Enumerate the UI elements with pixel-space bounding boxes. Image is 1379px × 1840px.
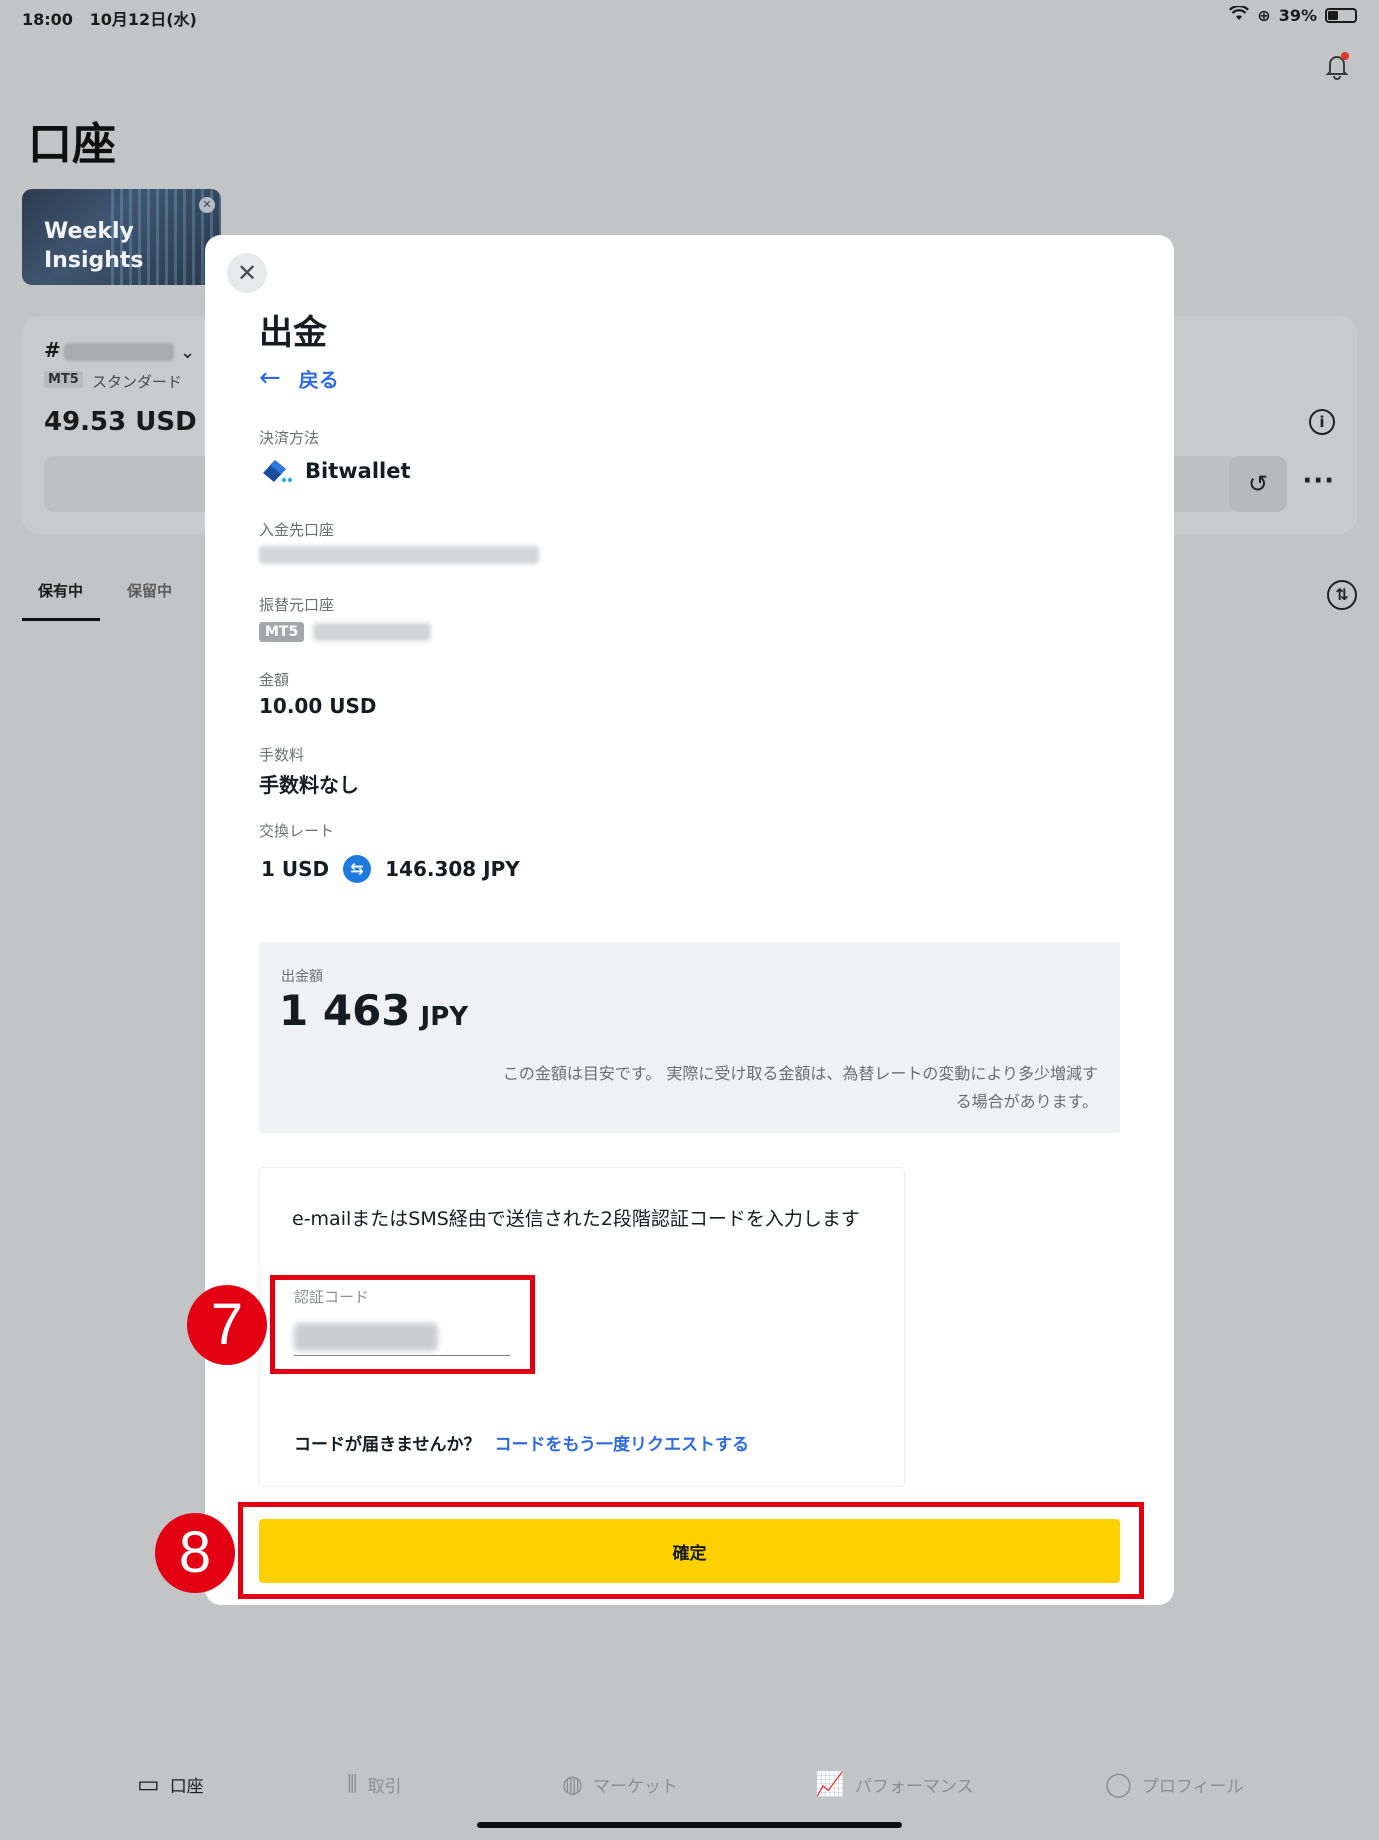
resend-code-link[interactable]: コードをもう一度リクエストする bbox=[495, 1430, 750, 1455]
active-tab-indicator bbox=[22, 618, 100, 621]
history-icon[interactable]: ↺ bbox=[1229, 456, 1287, 512]
payment-method: Bitwallet bbox=[259, 457, 411, 485]
source-account-label: 振替元口座 bbox=[259, 596, 335, 614]
page-title: 口座 bbox=[28, 119, 116, 170]
card-icon: ▭ bbox=[137, 1770, 160, 1798]
withdraw-currency: JPY bbox=[420, 1002, 469, 1032]
performance-icon: 📈 bbox=[815, 1770, 845, 1798]
modal-title: 出金 bbox=[259, 313, 327, 353]
fee-value: 手数料なし bbox=[259, 773, 359, 797]
nav-label: 口座 bbox=[169, 1776, 204, 1797]
account-number-redacted bbox=[63, 342, 174, 361]
person-icon: ◯ bbox=[1105, 1770, 1132, 1798]
payment-method-name: Bitwallet bbox=[305, 459, 411, 483]
globe-icon: ◍ bbox=[562, 1770, 583, 1798]
back-link[interactable]: ← 戻る bbox=[259, 363, 339, 393]
info-icon[interactable]: i bbox=[1309, 409, 1335, 435]
swap-icon: ⇆ bbox=[343, 855, 372, 883]
bottom-nav: ▭ 口座 ⦀ 取引 ◍ マーケット 📈 パフォーマンス ◯ プロフィール bbox=[0, 1760, 1379, 1810]
nav-item-trade[interactable]: ⦀ 取引 bbox=[347, 1770, 402, 1798]
annotation-step-7: 7 bbox=[187, 1285, 267, 1365]
withdraw-amount-value: 1 463 bbox=[279, 986, 411, 1035]
platform-badge: MT5 bbox=[259, 622, 305, 642]
chart-bars-icon: ⦀ bbox=[347, 1770, 358, 1798]
account-balance: 49.53 USD bbox=[44, 407, 197, 437]
annotation-step-8: 8 bbox=[155, 1513, 235, 1593]
arrow-left-icon: ← bbox=[259, 363, 281, 393]
nav-label: マーケット bbox=[592, 1776, 678, 1797]
back-label: 戻る bbox=[298, 367, 339, 392]
status-time: 18:00 bbox=[22, 10, 73, 29]
weekly-insights-card[interactable]: Weekly Insights ✕ bbox=[22, 189, 221, 285]
tab-open-positions[interactable]: 保有中 bbox=[38, 580, 83, 601]
status-bar: 18:00 10月12日(水) ⊕ 39% bbox=[0, 0, 1379, 34]
nav-item-profile[interactable]: ◯ プロフィール bbox=[1105, 1770, 1244, 1798]
account-number-prefix: # bbox=[44, 338, 61, 362]
code-instruction: e-mailまたはSMS経由で送信された2段階認証コードを入力します bbox=[292, 1208, 860, 1230]
battery-percent: 39% bbox=[1278, 6, 1317, 25]
nav-label: パフォーマンス bbox=[854, 1776, 974, 1797]
nav-item-account[interactable]: ▭ 口座 bbox=[137, 1770, 204, 1798]
destination-account-label: 入金先口座 bbox=[259, 521, 335, 539]
account-type: スタンダード bbox=[92, 373, 183, 391]
status-date: 10月12日(水) bbox=[89, 10, 197, 29]
rate-to: 146.308 JPY bbox=[385, 857, 520, 881]
payment-method-label: 決済方法 bbox=[259, 429, 320, 447]
more-icon[interactable]: ··· bbox=[1302, 466, 1335, 496]
home-indicator bbox=[477, 1822, 902, 1828]
fee-label: 手数料 bbox=[259, 746, 305, 764]
exchange-rate: 1 USD ⇆ 146.308 JPY bbox=[261, 855, 520, 883]
withdraw-amount-note: この金額は目安です。 実際に受け取る金額は、為替レートの変動により多少増減する場… bbox=[502, 1064, 1098, 1111]
notification-bell-icon[interactable] bbox=[1321, 50, 1353, 82]
annotation-highlight-confirm bbox=[238, 1502, 1144, 1599]
annotation-highlight-code bbox=[270, 1275, 535, 1374]
chevron-down-icon[interactable]: ⌄ bbox=[180, 342, 195, 363]
source-account-redacted bbox=[313, 623, 431, 641]
resend-question: コードが届きませんか？ bbox=[294, 1435, 481, 1455]
destination-account-redacted bbox=[259, 546, 539, 564]
bitwallet-logo-icon bbox=[259, 457, 293, 485]
withdraw-amount-box: 出金額 1 463 JPY この金額は目安です。 実際に受け取る金額は、為替レート… bbox=[259, 942, 1120, 1133]
nav-label: プロフィール bbox=[1141, 1776, 1244, 1797]
wifi-icon bbox=[1229, 4, 1250, 25]
amount-label: 金額 bbox=[259, 671, 290, 689]
tab-pending-orders[interactable]: 保留中 bbox=[127, 580, 172, 601]
nav-item-performance[interactable]: 📈 パフォーマンス bbox=[815, 1770, 974, 1798]
sort-icon[interactable]: ⇅ bbox=[1327, 580, 1357, 610]
rate-from: 1 USD bbox=[261, 857, 330, 881]
withdrawal-modal: ✕ 出金 ← 戻る 決済方法 Bitwallet 入金先口座 振替元口座 MT5… bbox=[205, 235, 1174, 1605]
nav-item-market[interactable]: ◍ マーケット bbox=[562, 1770, 678, 1798]
withdraw-amount-label: 出金額 bbox=[281, 969, 323, 985]
exchange-rate-label: 交換レート bbox=[259, 822, 335, 840]
battery-icon bbox=[1325, 8, 1357, 23]
platform-badge: MT5 bbox=[44, 371, 83, 388]
amount-value: 10.00 USD bbox=[259, 694, 377, 718]
close-icon[interactable]: ✕ bbox=[227, 253, 267, 293]
insights-title: Weekly Insights bbox=[44, 219, 144, 273]
orientation-lock-icon: ⊕ bbox=[1257, 6, 1271, 25]
nav-label: 取引 bbox=[367, 1776, 402, 1797]
close-icon[interactable]: ✕ bbox=[199, 197, 215, 213]
